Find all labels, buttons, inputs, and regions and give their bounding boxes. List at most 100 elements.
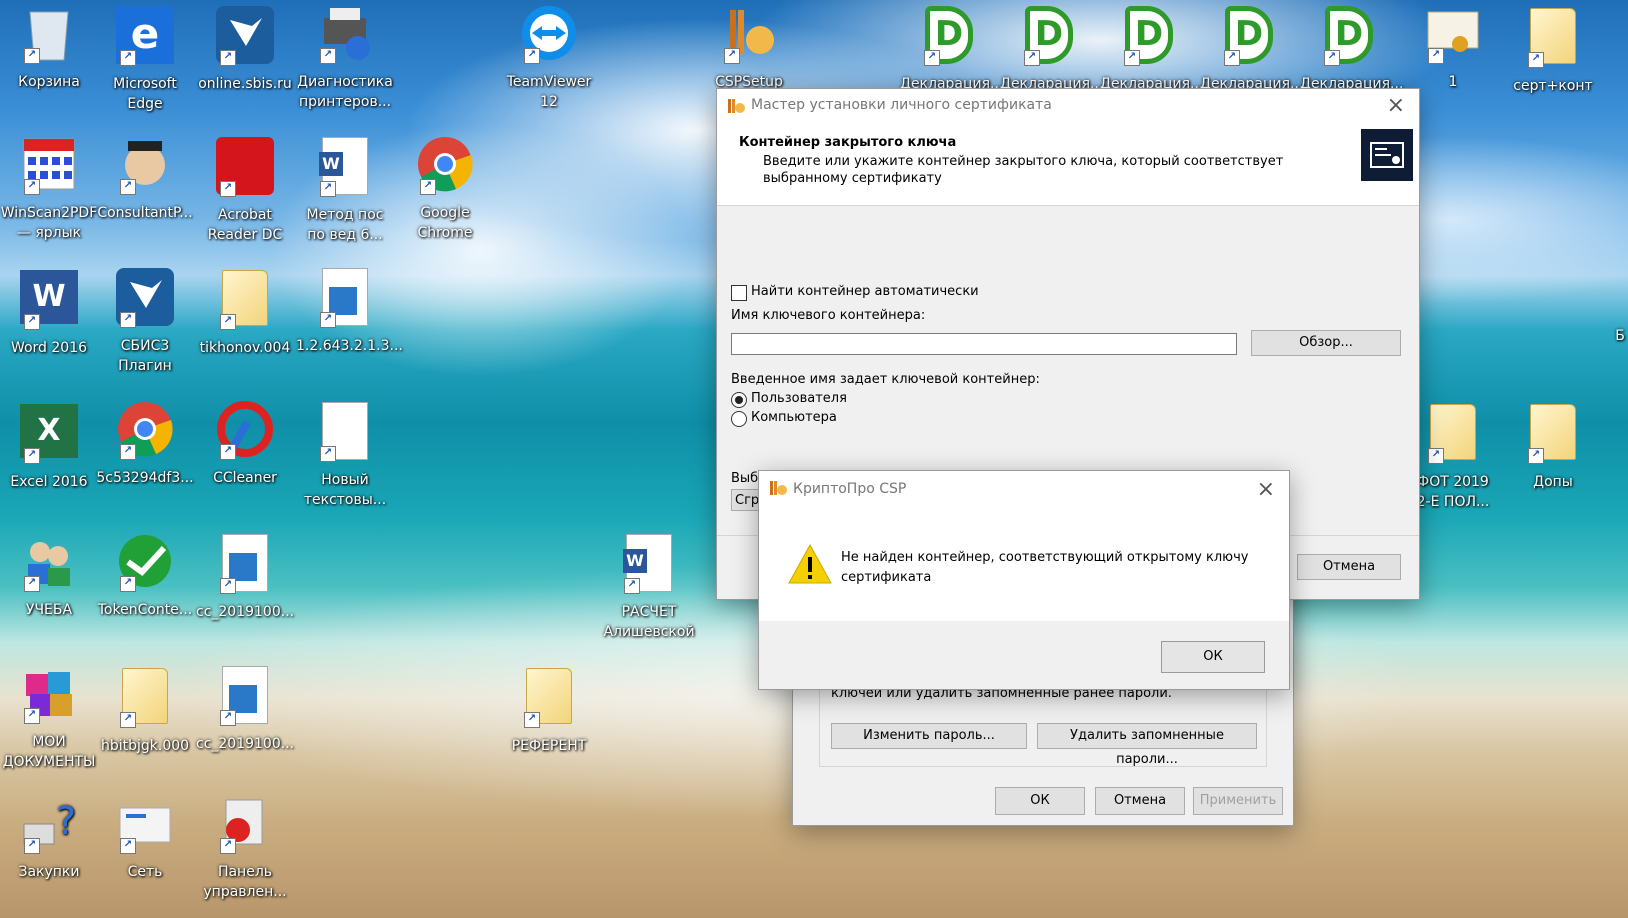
desktop-icon[interactable]: ↗ cc_2019100...: [196, 664, 294, 754]
desktop-icon[interactable]: ↗ РЕФЕРЕНТ: [500, 664, 598, 756]
shortcut-arrow-icon: ↗: [1124, 50, 1140, 66]
cert-file-icon: ↗: [214, 666, 276, 728]
desktop-icon[interactable]: W ↗ Word 2016: [0, 266, 98, 358]
desktop-icon-label: Новый текстовы...: [303, 472, 387, 508]
desktop-icon[interactable]: ↗ Панель управлен...: [196, 794, 294, 902]
desktop-icon-label: 5c53294df3...: [96, 470, 194, 486]
desktop-icon[interactable]: ↗ УЧЕБА: [0, 532, 98, 620]
desktop-icon[interactable]: ↗ 1.2.643.2.1.3...: [296, 266, 403, 356]
change-password-button[interactable]: Изменить пароль...: [831, 723, 1027, 749]
desktop-icon-label: серт+конт: [1513, 78, 1593, 94]
close-icon[interactable]: ×: [1387, 93, 1405, 118]
properties-apply-button[interactable]: Применить: [1193, 787, 1283, 815]
desktop-icon[interactable]: ↗ cc_2019100...: [196, 532, 294, 622]
desktop-icon[interactable]: e ↗ Microsoft Edge: [96, 4, 194, 114]
certificate-icon: ↗: [1422, 4, 1484, 66]
desktop-icon-label: ConsultantP...: [97, 205, 193, 221]
wizard-heading: Контейнер закрытого ключа: [739, 135, 957, 150]
desktop-icon-label: Метод пос по вед 6...: [306, 207, 384, 243]
desktop-icon-label: Панель управлен...: [203, 864, 287, 900]
desktop-icon[interactable]: ↗ серт+конт: [1504, 4, 1602, 96]
desktop-icon-label: Закупки: [18, 864, 80, 880]
shortcut-arrow-icon: ↗: [220, 314, 236, 330]
desktop-icon[interactable]: ↗ 5c53294df3...: [96, 400, 194, 488]
control-panel-icon: ↗: [214, 794, 276, 856]
desktop-icon[interactable]: ↗ tikhonov.004: [196, 266, 294, 358]
sbis-bird-icon: ↗: [114, 268, 176, 330]
delete-saved-passwords-button[interactable]: Удалить запомненные пароли...: [1037, 723, 1257, 767]
shortcut-arrow-icon: ↗: [420, 179, 436, 195]
wizard-subheading: Введите или укажите контейнер закрытого …: [763, 154, 1284, 186]
chrome-icon: ↗: [414, 135, 476, 197]
wizard-cancel-button[interactable]: Отмена: [1297, 554, 1401, 580]
desktop-icon-label: Диагностика принтеров...: [297, 74, 393, 110]
auto-find-label[interactable]: Найти контейнер автоматически: [751, 284, 979, 299]
properties-cancel-button[interactable]: Отмена: [1095, 787, 1185, 815]
desktop-icon[interactable]: ↗ WinScan2PDF — ярлык: [0, 135, 98, 243]
desktop-icon-label: cc_2019100...: [196, 736, 295, 752]
desktop-icon[interactable]: ↗ Корзина: [0, 4, 98, 92]
scope-computer-label[interactable]: Компьютера: [751, 410, 837, 425]
desktop-icon[interactable]: ? ↗ Закупки: [0, 794, 98, 882]
desktop-icon[interactable]: ↗ Диагностика принтеров...: [296, 4, 394, 112]
desktop-icon[interactable]: ↗ online.sbis.ru: [196, 4, 294, 94]
desktop-icon[interactable]: X ↗ Excel 2016: [0, 400, 98, 492]
desktop-icon[interactable]: ↗ Новый текстовы...: [296, 400, 394, 510]
shortcut-arrow-icon: ↗: [24, 314, 40, 330]
desktop-icon[interactable]: ↗ ConsultantP...: [96, 135, 194, 223]
desktop-icon[interactable]: ↗ TeamViewer 12: [500, 4, 598, 112]
shortcut-arrow-icon: ↗: [320, 48, 336, 64]
properties-ok-button[interactable]: ОК: [995, 787, 1085, 815]
desktop-icon[interactable]: ↗ 1: [1404, 4, 1502, 92]
shortcut-arrow-icon: ↗: [320, 181, 336, 197]
scope-computer-radio[interactable]: [731, 411, 747, 427]
desktop-icon[interactable]: D ↗ Декларация...: [1000, 4, 1103, 94]
desktop-icon[interactable]: ↗ СБИС3 Плагин: [96, 266, 194, 376]
desktop-icon[interactable]: ↗ МОИ ДОКУМЕНТЫ: [0, 664, 98, 772]
wizard-titlebar[interactable]: Мастер установки личного сертификата ×: [717, 89, 1419, 123]
help-icon: ? ↗: [18, 794, 80, 856]
scope-user-radio[interactable]: [731, 392, 747, 408]
shortcut-arrow-icon: ↗: [120, 444, 136, 460]
desktop-icon[interactable]: D ↗ Декларация...: [1100, 4, 1203, 94]
browse-button[interactable]: Обзор...: [1251, 330, 1401, 356]
desktop-icon[interactable]: ↗ CSPSetup: [700, 4, 798, 92]
desktop-icon-partial-label[interactable]: Б: [1600, 326, 1628, 346]
close-icon[interactable]: ×: [1257, 477, 1275, 502]
shortcut-arrow-icon: ↗: [220, 838, 236, 854]
desktop-icon[interactable]: W ↗ РАСЧЕТ Алишевской: [600, 532, 698, 642]
desktop-icon[interactable]: ↗ Acrobat Reader DC: [196, 135, 294, 245]
desktop-icon-label: Google Chrome: [417, 205, 473, 241]
shortcut-arrow-icon: ↗: [24, 708, 40, 724]
desktop-icon[interactable]: ↗ TokenConte...: [96, 532, 194, 620]
desktop-icon-label: Корзина: [18, 74, 80, 90]
desktop-icon-label: Acrobat Reader DC: [207, 207, 283, 243]
desktop-icon[interactable]: ↗ hbitbjgk.000: [96, 664, 194, 756]
desktop-icon[interactable]: ↗ Допы: [1504, 400, 1602, 492]
error-titlebar[interactable]: КриптоПро CSP ×: [759, 471, 1289, 509]
sbis-bird-icon: ↗: [214, 6, 276, 68]
desktop-icon-label: МОИ ДОКУМЕНТЫ: [2, 734, 96, 770]
word-doc-icon: W ↗: [314, 137, 376, 199]
shortcut-arrow-icon: ↗: [1024, 50, 1040, 66]
desktop-icon[interactable]: D ↗ Декларация...: [900, 4, 1003, 94]
desktop-icon[interactable]: W ↗ Метод пос по вед 6...: [296, 135, 394, 245]
scope-user-label[interactable]: Пользователя: [751, 391, 847, 406]
desktop-icon[interactable]: D ↗ Декларация...: [1200, 4, 1303, 94]
desktop-icon-label: СБИС3 Плагин: [118, 338, 172, 374]
chrome-icon: ↗: [114, 400, 176, 462]
container-name-input[interactable]: [731, 333, 1237, 355]
desktop-icon[interactable]: D ↗ Декларация...: [1300, 4, 1403, 94]
desktop-icon[interactable]: ↗ Google Chrome: [396, 135, 494, 243]
error-ok-button[interactable]: ОК: [1161, 641, 1265, 673]
ccleaner-icon: ↗: [214, 400, 276, 462]
declaration-icon: D ↗: [1218, 6, 1280, 68]
network-icon: ↗: [114, 794, 176, 856]
desktop-icon[interactable]: ↗ CCleaner: [196, 400, 294, 488]
desktop-icon-label: Word 2016: [10, 340, 88, 356]
auto-find-checkbox[interactable]: [731, 285, 747, 301]
desktop-icon[interactable]: ↗ Сеть: [96, 794, 194, 882]
shortcut-arrow-icon: ↗: [120, 50, 136, 66]
cryptopro-app-icon: [727, 97, 745, 115]
shortcut-arrow-icon: ↗: [1224, 50, 1240, 66]
